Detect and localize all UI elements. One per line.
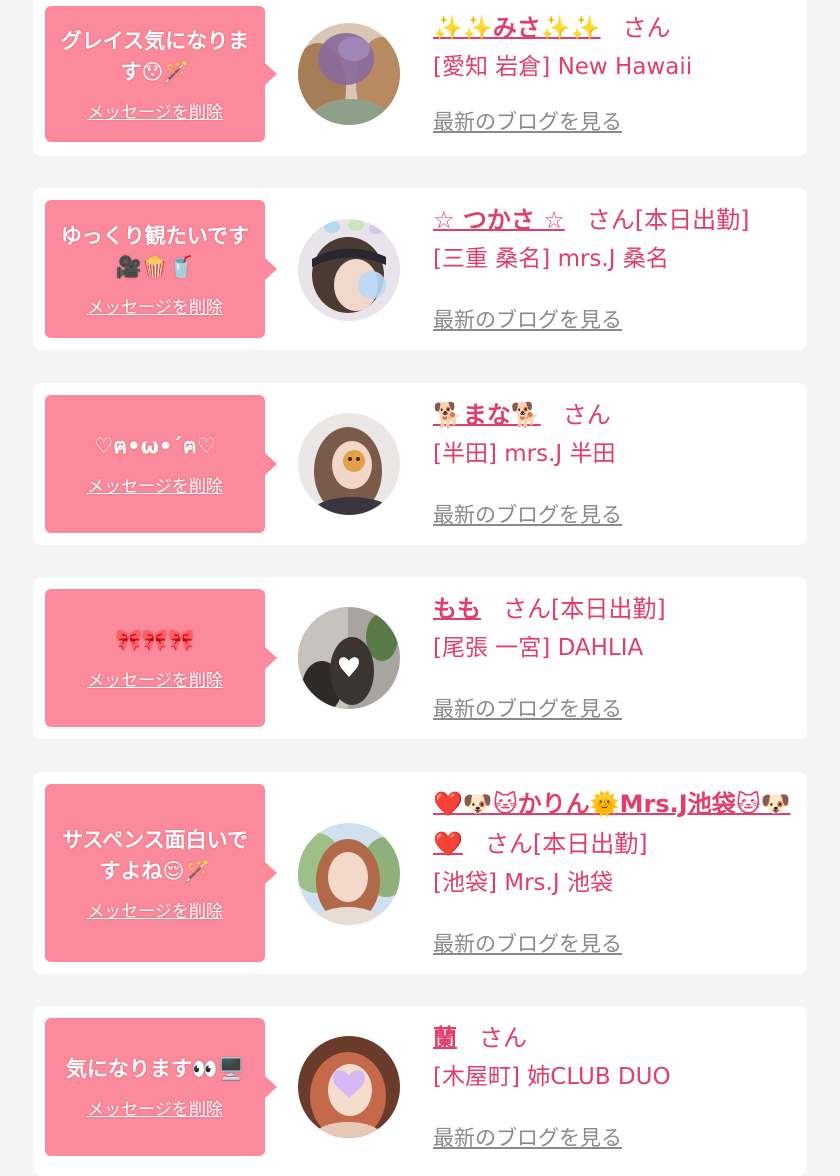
message-card: サスペンス面白いですよね😌🪄 メッセージを削除 ❤️🐶🐱かりん🌞Mrs.J池袋🐱… <box>33 772 807 974</box>
shop-label: [木屋町] 姉CLUB DUO <box>433 1064 671 1090</box>
name-row: もも さん[本日出勤] <box>433 589 798 629</box>
girl-info: 🐕まな🐕 さん [半田] mrs.J 半田 最新のブログを見る <box>433 395 798 527</box>
message-card: ゆっくり観たいです🎥🍿🥤 メッセージを削除 ☆ つかさ ☆ さん[本日出勤] [三… <box>33 188 807 350</box>
shop-label: [半田] mrs.J 半田 <box>433 441 616 467</box>
delete-message-link[interactable]: メッセージを削除 <box>87 1095 223 1120</box>
name-row: ☆ つかさ ☆ さん[本日出勤] <box>433 200 798 240</box>
latest-blog-link[interactable]: 最新のブログを見る <box>433 928 622 958</box>
avatar[interactable] <box>298 823 400 925</box>
shop-label: [池袋] Mrs.J 池袋 <box>433 870 613 896</box>
message-text: サスペンス面白いですよね😌🪄 <box>61 827 249 883</box>
girl-info: ☆ つかさ ☆ さん[本日出勤] [三重 桑名] mrs.J 桑名 最新のブログを… <box>433 200 798 332</box>
girl-info: 蘭さん [木屋町] 姉CLUB DUO 最新のブログを見る <box>433 1018 798 1150</box>
message-text: ♡ฅ•ω•´ฅ♡ <box>94 434 216 458</box>
message-text: ゆっくり観たいです🎥🍿🥤 <box>60 223 250 279</box>
honorific-label: さん <box>479 1024 527 1052</box>
girl-info: もも さん[本日出勤] [尾張 一宮] DAHLIA 最新のブログを見る <box>433 589 798 721</box>
message-bubble: 🎀🎀🎀 メッセージを削除 <box>45 589 277 727</box>
delete-message-link[interactable]: メッセージを削除 <box>87 472 223 497</box>
latest-blog-link[interactable]: 最新のブログを見る <box>433 693 622 723</box>
message-list: グレイス気になります😯🪄 メッセージを削除 ✨✨みさ✨✨ さん [愛知 岩倉] N… <box>0 0 840 1176</box>
delete-message-link[interactable]: メッセージを削除 <box>87 293 223 318</box>
avatar[interactable] <box>298 607 400 709</box>
delete-message-link[interactable]: メッセージを削除 <box>87 666 223 691</box>
message-text: グレイス気になります😯🪄 <box>60 28 250 84</box>
message-text: 気になります👀🖥️ <box>65 1057 245 1081</box>
name-row: ❤️🐶🐱かりん🌞Mrs.J池袋🐱🐶❤️ さん[本日出勤] <box>433 784 798 864</box>
message-bubble: サスペンス面白いですよね😌🪄 メッセージを削除 <box>45 784 277 962</box>
latest-blog-link[interactable]: 最新のブログを見る <box>433 304 622 334</box>
girl-name-link[interactable]: 🐕まな🐕 <box>433 401 541 429</box>
avatar[interactable] <box>298 1036 400 1138</box>
name-row: 🐕まな🐕 さん <box>433 395 798 435</box>
message-text: 🎀🎀🎀 <box>115 628 195 652</box>
honorific-label: さん <box>622 14 671 42</box>
avatar[interactable] <box>298 219 400 321</box>
girl-info: ❤️🐶🐱かりん🌞Mrs.J池袋🐱🐶❤️ さん[本日出勤] [池袋] Mrs.J 池… <box>433 784 798 956</box>
message-bubble: 気になります👀🖥️ メッセージを削除 <box>45 1018 277 1156</box>
message-bubble: ♡ฅ•ω•´ฅ♡ メッセージを削除 <box>45 395 277 533</box>
delete-message-link[interactable]: メッセージを削除 <box>87 98 223 123</box>
name-row: ✨✨みさ✨✨ さん <box>433 8 798 48</box>
latest-blog-link[interactable]: 最新のブログを見る <box>433 499 622 529</box>
girl-name-link[interactable]: 蘭 <box>433 1024 457 1052</box>
shop-label: [三重 桑名] mrs.J 桑名 <box>433 246 669 272</box>
girl-info: ✨✨みさ✨✨ さん [愛知 岩倉] New Hawaii 最新のブログを見る <box>433 8 798 134</box>
avatar[interactable] <box>298 413 400 515</box>
honorific-label: さん[本日出勤] <box>484 830 648 858</box>
shop-label: [尾張 一宮] DAHLIA <box>433 635 644 661</box>
shop-label: [愛知 岩倉] New Hawaii <box>433 54 693 80</box>
avatar[interactable] <box>298 23 400 125</box>
honorific-label: さん <box>562 401 611 429</box>
message-card: ♡ฅ•ω•´ฅ♡ メッセージを削除 🐕まな🐕 さん [半田] mrs.J 半田 最… <box>33 383 807 545</box>
honorific-label: さん[本日出勤] <box>586 206 750 234</box>
girl-name-link[interactable]: ✨✨みさ✨✨ <box>433 14 601 42</box>
name-row: 蘭さん <box>433 1018 798 1058</box>
delete-message-link[interactable]: メッセージを削除 <box>87 897 223 922</box>
latest-blog-link[interactable]: 最新のブログを見る <box>433 106 622 136</box>
message-bubble: ゆっくり観たいです🎥🍿🥤 メッセージを削除 <box>45 200 277 338</box>
girl-name-link[interactable]: ☆ つかさ ☆ <box>433 206 565 234</box>
message-card: 🎀🎀🎀 メッセージを削除 もも さん[本日出勤] [尾張 一宮] DAHLIA 最… <box>33 577 807 739</box>
latest-blog-link[interactable]: 最新のブログを見る <box>433 1122 622 1152</box>
message-card: 気になります👀🖥️ メッセージを削除 蘭さん [木屋町] 姉CLUB DUO 最… <box>33 1006 807 1176</box>
girl-name-link[interactable]: もも <box>433 595 481 623</box>
honorific-label: さん[本日出勤] <box>503 595 666 623</box>
message-card: グレイス気になります😯🪄 メッセージを削除 ✨✨みさ✨✨ さん [愛知 岩倉] N… <box>33 0 807 156</box>
message-bubble: グレイス気になります😯🪄 メッセージを削除 <box>45 6 277 142</box>
